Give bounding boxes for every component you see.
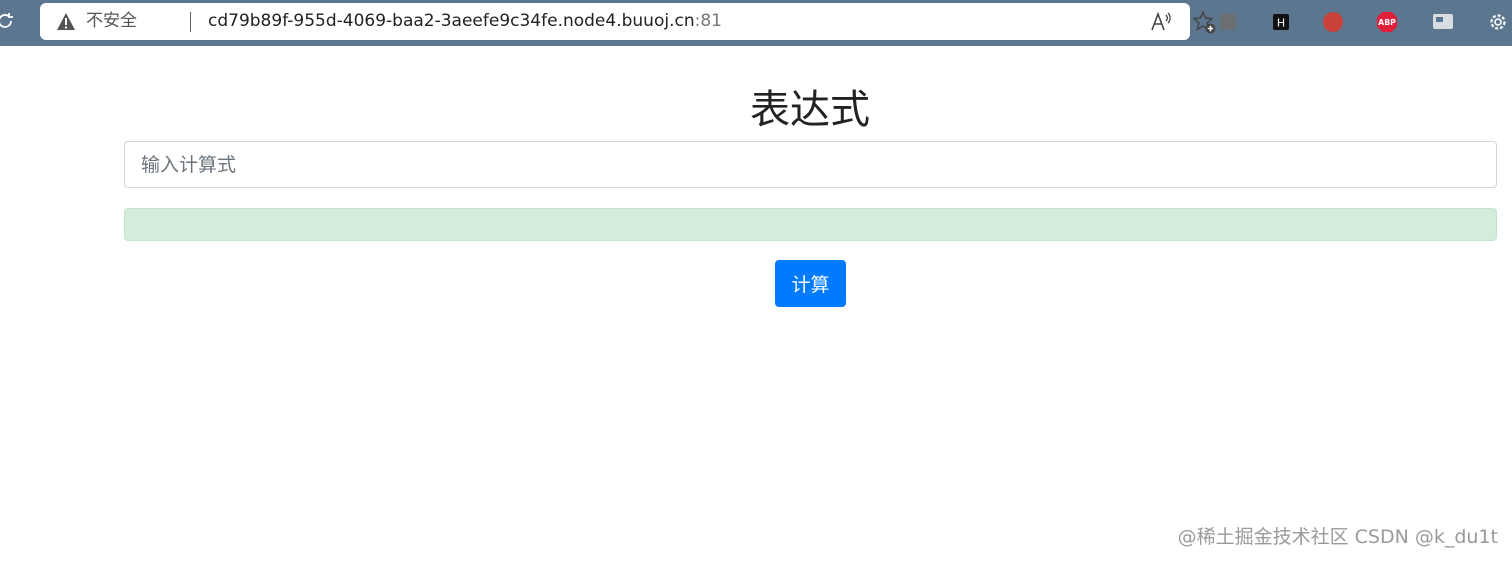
divider (190, 12, 191, 32)
result-box (124, 208, 1497, 241)
expression-input[interactable] (124, 141, 1497, 188)
h-extension-icon[interactable]: H (1270, 11, 1292, 33)
page-title: 表达式 (750, 87, 870, 133)
calculate-button[interactable]: 计算 (775, 260, 846, 307)
extension-icon[interactable] (1217, 11, 1239, 33)
reload-icon[interactable] (0, 8, 18, 34)
warning-icon[interactable] (56, 12, 76, 32)
browser-toolbar: 不安全 cd79b89f-955d-4069-baa2-3aeefe9c34fe… (0, 0, 1512, 46)
screen-extension-icon[interactable] (1432, 11, 1454, 33)
red-extension-icon[interactable] (1322, 11, 1344, 33)
watermark: @稀土掘金技术社区 CSDN @k_du1t (1177, 526, 1498, 548)
read-aloud-icon[interactable] (1150, 11, 1174, 33)
url-host: cd79b89f-955d-4069-baa2-3aeefe9c34fe.nod… (208, 11, 695, 31)
address-bar[interactable]: 不安全 cd79b89f-955d-4069-baa2-3aeefe9c34fe… (40, 3, 1216, 40)
add-favorite-icon[interactable] (1192, 10, 1218, 36)
settings-icon[interactable] (1487, 11, 1509, 33)
url-text[interactable]: cd79b89f-955d-4069-baa2-3aeefe9c34fe.nod… (208, 11, 722, 31)
abp-label: ABP (1378, 18, 1396, 27)
adblock-plus-icon[interactable]: ABP (1376, 11, 1398, 33)
security-status-label[interactable]: 不安全 (86, 11, 137, 31)
url-port: :81 (694, 11, 722, 31)
svg-text:H: H (1277, 17, 1285, 30)
